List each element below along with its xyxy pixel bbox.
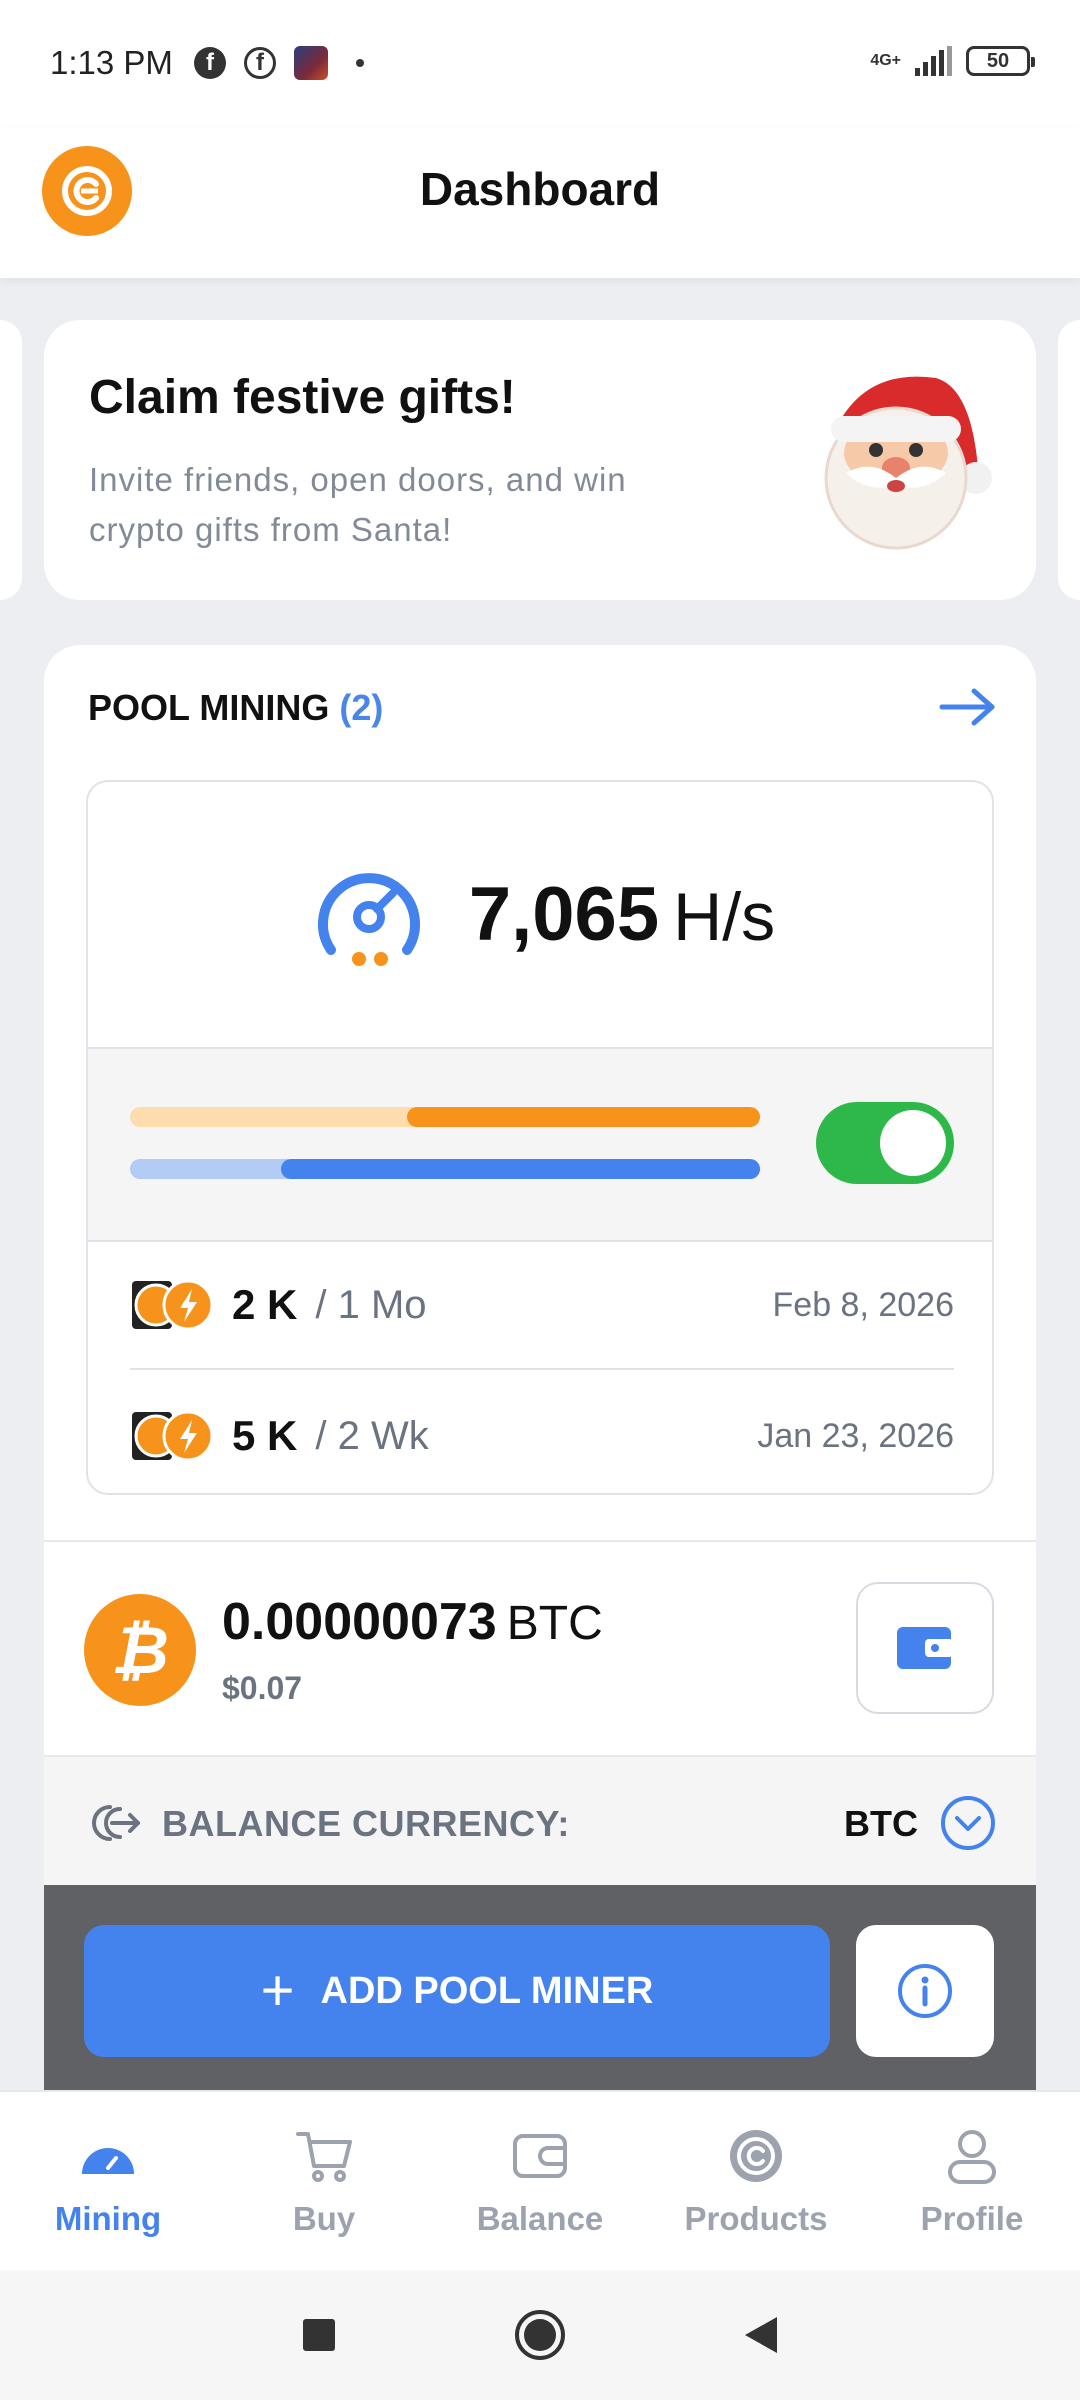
system-nav-bar (0, 2270, 1080, 2400)
wallet-button[interactable] (856, 1582, 994, 1714)
battery-icon: 50 (966, 46, 1035, 76)
plan-amount: 5 K (232, 1412, 298, 1459)
balance-row: ₿ 0.00000073 BTC $0.07 (44, 1540, 1036, 1755)
more-notifications-icon (356, 59, 364, 67)
carousel-prev-card[interactable] (0, 320, 22, 600)
orange-progress-bar (130, 1107, 760, 1127)
home-icon[interactable] (515, 2310, 565, 2360)
pool-mining-header: POOL MINING (2) (88, 687, 383, 729)
promo-banner[interactable]: Claim festive gifts! Invite friends, ope… (44, 320, 1036, 600)
plan-expiry-date: Jan 23, 2026 (757, 1416, 954, 1455)
plan-expiry-date: Feb 8, 2026 (772, 1285, 954, 1324)
btc-balance: 0.00000073 BTC (222, 1592, 603, 1652)
plus-icon: + (260, 1958, 295, 2023)
products-coin-icon (730, 2130, 782, 2182)
nav-item-products[interactable]: Products (648, 2092, 864, 2270)
bottom-nav: Mining Buy Balance Products Profile (0, 2090, 1080, 2270)
facebook-icon: f (194, 47, 226, 79)
pool-mining-title: POOL MINING (88, 687, 330, 728)
santa-icon (824, 376, 992, 550)
profile-icon (948, 2130, 996, 2184)
add-pool-miner-button[interactable]: + ADD POOL MINER (84, 1925, 830, 2057)
promo-title: Claim festive gifts! (89, 371, 516, 424)
chevron-down-icon[interactable] (940, 1795, 996, 1851)
nav-item-profile[interactable]: Profile (864, 2092, 1080, 2270)
mining-toggle[interactable] (816, 1102, 954, 1184)
status-indicators: 4G+ 50 (870, 46, 1035, 76)
page-title: Dashboard (419, 163, 661, 215)
miner-plan-icon (132, 1279, 214, 1331)
plan-period: / 2 Wk (315, 1413, 429, 1458)
nav-label: Buy (292, 2200, 356, 2237)
mining-gauge-icon (82, 2148, 134, 2174)
nav-item-buy[interactable]: Buy (216, 2092, 432, 2270)
cart-icon (296, 2132, 352, 2182)
nav-label: Mining (54, 2200, 162, 2237)
balance-currency-label: BALANCE CURRENCY: (162, 1803, 570, 1844)
mining-progress-area (88, 1047, 992, 1242)
signal-icon (915, 46, 952, 76)
nav-item-mining[interactable]: Mining (0, 2092, 216, 2270)
plan-period: / 1 Mo (315, 1282, 427, 1327)
speedometer-icon (317, 872, 420, 966)
balance-currency-value: BTC (844, 1803, 918, 1844)
pool-count: (2) (339, 687, 384, 728)
btc-usd-value: $0.07 (222, 1670, 303, 1706)
info-icon (898, 1964, 952, 2018)
nav-label: Profile (920, 2200, 1024, 2237)
plan-row[interactable]: 5 K / 2 Wk Jan 23, 2026 (130, 1372, 954, 1493)
wallet-outline-icon (513, 2134, 567, 2178)
app-header: Dashboard (0, 128, 1080, 278)
hashrate-unit: H/s (673, 879, 776, 955)
game-app-icon (294, 46, 328, 80)
add-pool-miner-label: ADD POOL MINER (320, 1969, 654, 2012)
network-type: 4G+ (870, 52, 901, 69)
btc-amount-value: 0.00000073 (222, 1593, 497, 1651)
plan-row[interactable]: 2 K / 1 Mo Feb 8, 2026 (130, 1242, 954, 1370)
recent-apps-icon[interactable] (303, 2319, 335, 2351)
back-icon[interactable] (745, 2317, 777, 2353)
wallet-icon (897, 1627, 953, 1669)
btc-unit: BTC (506, 1597, 603, 1650)
miner-plan-icon (132, 1410, 214, 1462)
pool-mining-card: POOL MINING (2) 7,065 H/s 2 K / 1 Mo Feb… (44, 645, 1036, 2125)
currency-switch-icon (92, 1805, 140, 1841)
blue-progress-bar (130, 1159, 760, 1179)
facebook-outline-icon: f (244, 47, 276, 79)
info-button[interactable] (856, 1925, 994, 2057)
plan-amount: 2 K (232, 1281, 298, 1328)
toggle-knob (880, 1110, 946, 1176)
status-time: 1:13 PM (50, 44, 173, 81)
hashrate-value: 7,065 (468, 872, 660, 957)
action-bar: + ADD POOL MINER (44, 1885, 1036, 2125)
bitcoin-icon: ₿ (84, 1594, 196, 1706)
hashrate-display: 7,065 H/s (88, 782, 992, 1047)
notification-icons: f f (194, 46, 364, 80)
orange-progress-fill (407, 1107, 760, 1127)
blue-progress-fill (281, 1159, 760, 1179)
promo-subtitle: Invite friends, open doors, and win cryp… (89, 461, 627, 548)
nav-label: Products (684, 2200, 828, 2237)
battery-level: 50 (986, 49, 1010, 72)
nav-label: Balance (476, 2200, 604, 2237)
arrow-right-icon[interactable] (938, 685, 998, 729)
hashrate-text: 7,065 H/s (469, 871, 775, 958)
nav-item-balance[interactable]: Balance (432, 2092, 648, 2270)
status-bar: 1:13 PM f f 4G+ 50 (0, 0, 1080, 128)
carousel-next-card[interactable] (1058, 320, 1080, 600)
balance-currency-row[interactable]: BALANCE CURRENCY: BTC (44, 1755, 1036, 1885)
pool-stats-box: 7,065 H/s 2 K / 1 Mo Feb 8, 2026 5 K / 2… (86, 780, 994, 1495)
